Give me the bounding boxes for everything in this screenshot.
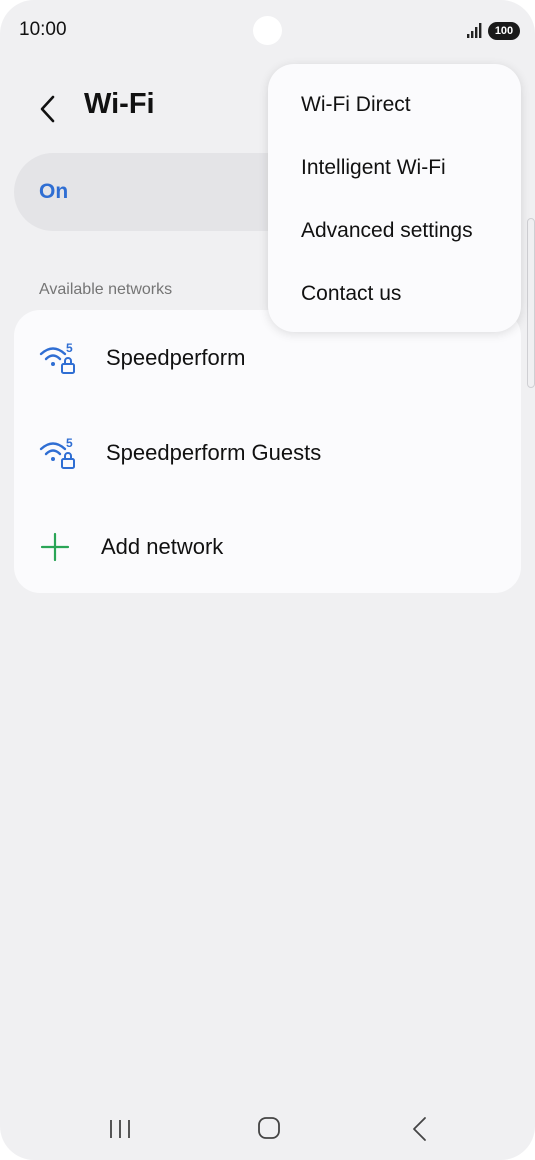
overflow-menu: Wi-Fi Direct Intelligent Wi-Fi Advanced … — [268, 64, 521, 332]
network-name: Speedperform Guests — [106, 440, 322, 465]
svg-text:5: 5 — [66, 341, 73, 355]
back-arrow-icon[interactable] — [36, 92, 60, 126]
menu-item-advanced-settings[interactable]: Advanced settings — [301, 219, 473, 243]
menu-item-contact-us[interactable]: Contact us — [301, 282, 401, 306]
network-item[interactable]: 5 Speedperform Guests — [14, 405, 521, 499]
wifi-5ghz-locked-icon: 5 — [39, 341, 75, 374]
networks-card: 5 Speedperform 5 Speedperform Guests Add… — [14, 310, 521, 593]
back-icon[interactable] — [410, 1116, 430, 1142]
svg-text:5: 5 — [66, 436, 73, 450]
wifi-5ghz-locked-icon: 5 — [39, 436, 75, 469]
camera-cutout — [253, 16, 282, 45]
signal-icon — [467, 23, 482, 38]
recents-icon[interactable] — [108, 1118, 132, 1140]
phone-screen: 10:00 100 Wi-Fi On Available networks 5 — [0, 0, 535, 1160]
add-network-label: Add network — [101, 534, 224, 559]
available-networks-label: Available networks — [39, 281, 173, 298]
menu-item-wifi-direct[interactable]: Wi-Fi Direct — [301, 93, 411, 117]
page-title: Wi-Fi — [84, 88, 155, 120]
battery-icon: 100 — [488, 22, 520, 40]
plus-icon — [40, 532, 70, 562]
menu-item-intelligent-wifi[interactable]: Intelligent Wi-Fi — [301, 156, 446, 180]
scroll-indicator — [527, 218, 535, 388]
status-bar: 10:00 100 — [0, 0, 535, 60]
master-switch-label: On — [39, 180, 69, 203]
add-network-button[interactable]: Add network — [14, 500, 521, 594]
home-icon[interactable] — [257, 1116, 281, 1140]
navigation-bar — [0, 1100, 535, 1160]
network-name: Speedperform — [106, 345, 246, 370]
status-clock: 10:00 — [19, 19, 67, 40]
